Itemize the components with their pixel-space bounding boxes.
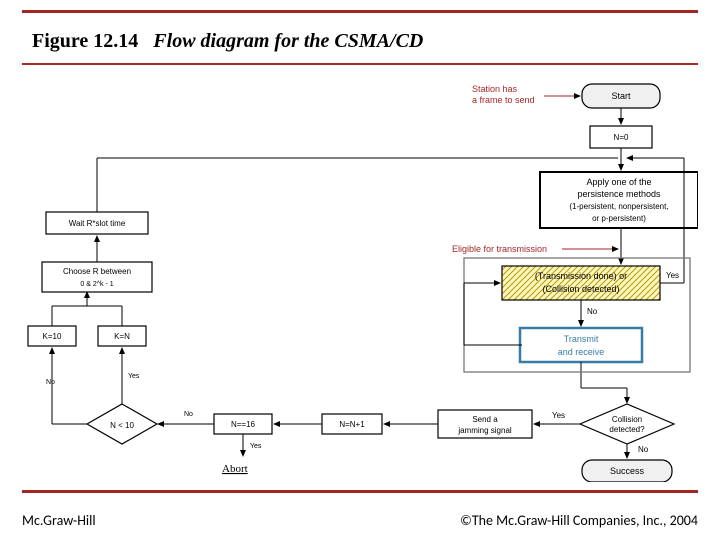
nlt10-no: No	[46, 379, 55, 386]
eligible-label: Eligible for transmission	[452, 244, 547, 254]
choose-l2: 0 & 2^k - 1	[80, 281, 113, 288]
apply-l1: Apply one of the	[586, 177, 651, 187]
flowchart: Start Station has a frame to send N=0 Ap…	[22, 78, 698, 482]
start-label: Start	[611, 91, 631, 101]
footer-publisher: Mc.Graw-Hill	[22, 512, 96, 529]
apply-l4: or p-persistent)	[592, 214, 646, 223]
rule-bottom	[22, 490, 698, 493]
coll-yes: Yes	[552, 411, 565, 420]
cond-l2: (Collision detected)	[542, 284, 619, 294]
coll-no: No	[638, 445, 649, 454]
jam-l1: Send a	[472, 415, 498, 424]
wait-label: Wait R*slot time	[69, 219, 126, 228]
cond-l1: (Transmission done) or	[535, 271, 627, 281]
figure-title: Figure 12.14 Flow diagram for the CSMA/C…	[32, 30, 423, 53]
cond-yes: Yes	[666, 271, 679, 280]
station-has-line2: a frame to send	[472, 95, 535, 105]
coll-l2: detected?	[609, 425, 645, 434]
jam-l2: jamming signal	[457, 426, 512, 435]
apply-l3: (1-persistent, nonpersistent,	[569, 202, 668, 211]
coll-l1: Collision	[612, 415, 642, 424]
figure-number: Figure 12.14	[32, 30, 138, 52]
cond-no: No	[587, 307, 598, 316]
nlt10-yes: Yes	[128, 373, 140, 380]
apply-l2: persistence methods	[577, 189, 661, 199]
rule-top	[22, 10, 698, 13]
nn1-label: N=N+1	[339, 420, 365, 429]
kn-label: K=N	[114, 332, 130, 341]
footer-copyright: ©The Mc.Graw-Hill Companies, Inc., 2004	[460, 512, 698, 529]
n16-label: N==16	[231, 420, 256, 429]
n0-label: N=0	[614, 133, 629, 142]
tx-l1: Transmit	[564, 334, 599, 344]
figure-caption: Flow diagram for the CSMA/CD	[153, 30, 423, 52]
n16-yes: Yes	[250, 443, 262, 450]
tx-l2: and receive	[558, 347, 605, 357]
k10-label: K=10	[43, 332, 62, 341]
coll-node	[580, 404, 674, 444]
choose-l1: Choose R between	[63, 267, 131, 276]
n16-no: No	[184, 411, 193, 418]
nlt10-label: N < 10	[110, 421, 134, 430]
station-has-line1: Station has	[472, 84, 518, 94]
abort-label: Abort	[222, 463, 248, 475]
success-label: Success	[610, 466, 645, 476]
rule-mid	[22, 63, 698, 65]
